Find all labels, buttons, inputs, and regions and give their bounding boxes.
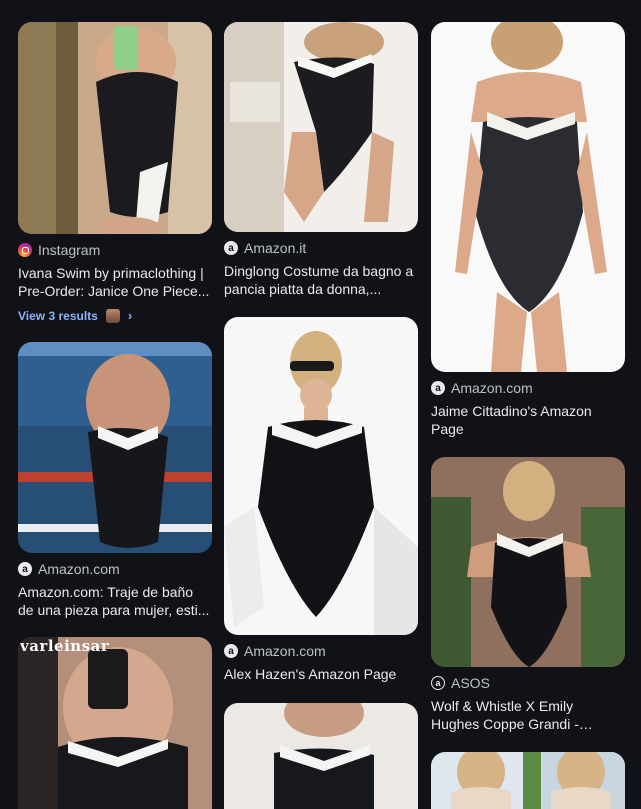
result-thumbnail[interactable]	[431, 752, 625, 809]
result-thumbnail[interactable]: varleinsar	[18, 637, 212, 809]
swimsuit-photo	[224, 22, 418, 232]
image-results-grid: Instagram Ivana Swim by primaclothing | …	[0, 0, 641, 809]
swimsuit-photo	[431, 457, 625, 667]
result-title[interactable]: Wolf & Whistle X Emily Hughes Coppe Gran…	[431, 697, 625, 733]
amazon-icon: a	[18, 562, 32, 576]
swimsuit-photo	[18, 342, 212, 553]
view-more-label: View 3 results	[18, 308, 98, 323]
swimsuit-photo	[18, 22, 212, 234]
result-title[interactable]: Ivana Swim by primaclothing | Pre-Order:…	[18, 264, 212, 300]
result-source: Instagram	[18, 242, 212, 258]
result-title[interactable]: Jaime Cittadino's Amazon Page	[431, 402, 625, 438]
result-title[interactable]: Amazon.com: Traje de baño de una pieza p…	[18, 583, 212, 619]
result-thumbnail[interactable]	[224, 703, 418, 809]
result-thumbnail[interactable]	[224, 22, 418, 232]
swimsuit-photo	[18, 637, 212, 809]
result-source: a Amazon.com	[431, 380, 625, 396]
view-more-results-link[interactable]: View 3 results ›	[18, 308, 212, 323]
swimsuit-photo	[224, 317, 418, 635]
result-card[interactable]: varleinsar	[18, 637, 212, 809]
result-card[interactable]	[431, 752, 625, 809]
result-source: a ASOS	[431, 675, 625, 691]
source-name: Amazon.com	[451, 380, 533, 396]
result-card[interactable]	[224, 703, 418, 809]
result-thumbnail[interactable]	[18, 22, 212, 234]
source-name: Amazon.com	[38, 561, 120, 577]
swimsuit-photo	[431, 22, 625, 372]
watermark-text: varleinsar	[20, 637, 110, 655]
result-thumbnail[interactable]	[431, 457, 625, 667]
instagram-icon	[18, 243, 32, 257]
source-name: Instagram	[38, 242, 101, 258]
source-name: Amazon.it	[244, 240, 307, 256]
result-mini-thumbnail	[105, 308, 120, 323]
asos-icon: a	[431, 676, 445, 690]
result-title[interactable]: Dinglong Costume da bagno a pancia piatt…	[224, 262, 418, 298]
result-card[interactable]: a Amazon.com Alex Hazen's Amazon Page	[224, 317, 418, 683]
result-card[interactable]: a Amazon.com Jaime Cittadino's Amazon Pa…	[431, 22, 625, 438]
swimsuit-photo	[224, 703, 418, 809]
result-card[interactable]: a ASOS Wolf & Whistle X Emily Hughes Cop…	[431, 457, 625, 733]
amazon-icon: a	[431, 381, 445, 395]
swimsuit-photo	[431, 752, 625, 809]
chevron-right-icon: ›	[127, 308, 133, 323]
amazon-icon: a	[224, 241, 238, 255]
result-thumbnail[interactable]	[431, 22, 625, 372]
result-card[interactable]: a Amazon.com Amazon.com: Traje de baño d…	[18, 342, 212, 619]
source-name: ASOS	[451, 675, 490, 691]
amazon-icon: a	[224, 644, 238, 658]
result-title[interactable]: Alex Hazen's Amazon Page	[224, 665, 418, 683]
result-source: a Amazon.it	[224, 240, 418, 256]
result-card[interactable]: a Amazon.it Dinglong Costume da bagno a …	[224, 22, 418, 298]
result-card[interactable]: Instagram Ivana Swim by primaclothing | …	[18, 22, 212, 323]
result-thumbnail[interactable]	[18, 342, 212, 553]
result-thumbnail[interactable]	[224, 317, 418, 635]
source-name: Amazon.com	[244, 643, 326, 659]
result-source: a Amazon.com	[18, 561, 212, 577]
result-source: a Amazon.com	[224, 643, 418, 659]
